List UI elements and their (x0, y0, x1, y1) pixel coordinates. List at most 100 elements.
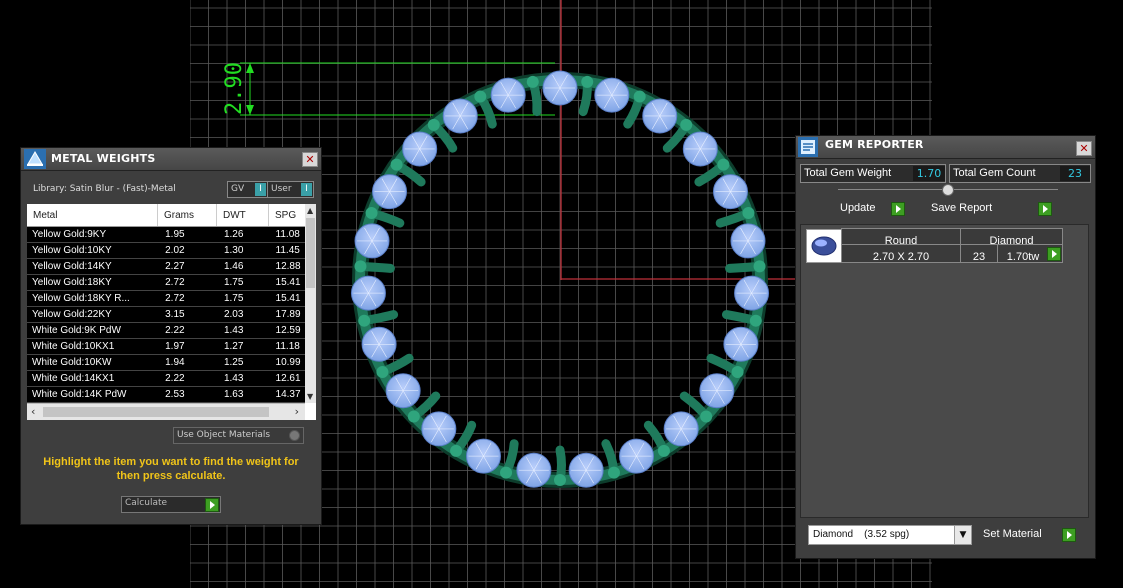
scrollbar-thumb[interactable] (306, 218, 315, 288)
spg-cell: 17.89 (270, 306, 305, 323)
dwt-cell: 1.27 (218, 338, 271, 355)
gem-stone (568, 452, 604, 488)
metal-name-cell: White Gold:14K PdW (27, 386, 161, 403)
slider-handle-icon[interactable] (942, 184, 954, 196)
grams-cell: 2.02 (160, 242, 219, 259)
use-object-materials-toggle[interactable]: Use Object Materials (173, 427, 304, 444)
grams-cell: 3.15 (160, 306, 219, 323)
column-header-grams[interactable]: Grams (158, 204, 217, 226)
metal-name-cell: White Gold:10KW (27, 354, 161, 371)
metal-name-cell: Yellow Gold:14KY (27, 258, 161, 275)
toggle-indicator-icon: I (301, 183, 312, 196)
grams-cell: 1.95 (160, 227, 219, 243)
scroll-right-icon[interactable]: › (295, 405, 299, 418)
gem-list[interactable]: Round Diamond 2.70 X 2.70 23 1.70tw (800, 224, 1089, 518)
table-row[interactable]: Yellow Gold:18KY 2.72 1.75 15.41 (27, 274, 305, 291)
use-object-materials-label: Use Object Materials (177, 430, 271, 440)
gem-reporter-panel: GEM REPORTER ✕ Total Gem Weight 1.70 Tot… (795, 135, 1096, 559)
vertical-scrollbar[interactable]: ▲ ▼ (305, 204, 316, 403)
column-header-spg[interactable]: SPG (269, 204, 305, 226)
gem-stone (466, 438, 502, 474)
gem-stone (663, 411, 699, 447)
chevron-down-icon[interactable]: ▼ (954, 526, 971, 544)
metal-table-container[interactable]: Metal Grams DWT SPG Yellow Gold:9KY 1.95 1… (27, 204, 316, 420)
total-gem-count-label: Total Gem Count (953, 167, 1036, 179)
spg-cell: 12.88 (270, 258, 305, 275)
gem-row[interactable]: Round Diamond 2.70 X 2.70 23 1.70tw (806, 228, 1063, 263)
table-row[interactable]: Yellow Gold:10KY 2.02 1.30 11.45 (27, 242, 305, 259)
dwt-cell: 1.25 (218, 354, 271, 371)
dwt-cell: 1.75 (218, 290, 271, 307)
material-select[interactable]: Diamond (3.52 spg) ▼ (808, 525, 972, 545)
column-header-metal[interactable]: Metal (27, 204, 158, 226)
gem-stone (516, 452, 552, 488)
gem-select-play-icon[interactable] (1047, 247, 1061, 261)
spg-cell: 12.61 (270, 370, 305, 387)
set-material-label: Set Material (983, 528, 1042, 540)
dwt-cell: 1.43 (218, 322, 271, 339)
gv-toggle-label: GV (231, 184, 245, 194)
total-gem-weight-label: Total Gem Weight (804, 167, 892, 179)
table-row[interactable]: Yellow Gold:18KY R... 2.72 1.75 15.41 (27, 290, 305, 307)
set-material-button[interactable]: Set Material (980, 527, 1076, 542)
material-select-value: Diamond (3.52 spg) (813, 529, 910, 540)
gem-size: 2.70 X 2.70 (872, 251, 930, 263)
table-row[interactable]: White Gold:14K PdW 2.53 1.63 14.37 (27, 386, 305, 403)
gv-toggle[interactable]: GV I (227, 181, 268, 198)
gem-stone (730, 223, 766, 259)
dwt-cell: 1.43 (218, 370, 271, 387)
metal-table-header: Metal Grams DWT SPG (27, 204, 305, 227)
update-button[interactable]: Update (837, 201, 905, 216)
metal-weights-panel: METAL WEIGHTS ✕ Library: Satin Blur - (F… (20, 147, 322, 525)
gem-stone (542, 70, 578, 106)
spg-cell: 15.41 (270, 274, 305, 291)
dwt-cell: 1.63 (218, 386, 271, 403)
metal-name-cell: White Gold:10KX1 (27, 338, 161, 355)
dwt-cell: 1.30 (218, 242, 271, 259)
user-toggle[interactable]: User I (267, 181, 314, 198)
gem-stone (594, 77, 630, 113)
gem-stone (372, 174, 408, 210)
play-icon (1038, 202, 1052, 216)
metal-weights-title: METAL WEIGHTS (51, 152, 156, 165)
close-icon[interactable]: ✕ (1076, 141, 1092, 156)
toggle-indicator-icon: I (255, 183, 266, 196)
gem-stone (699, 373, 735, 409)
gem-reporter-titlebar[interactable]: GEM REPORTER ✕ (796, 136, 1095, 159)
table-row[interactable]: White Gold:9K PdW 2.22 1.43 12.59 (27, 322, 305, 339)
horizontal-scrollbar[interactable]: ‹ › (27, 403, 305, 420)
scroll-up-icon[interactable]: ▲ (307, 206, 313, 215)
gem-weight: 1.70tw (1006, 251, 1040, 263)
gem-stone (361, 326, 397, 362)
calculate-button[interactable]: Calculate (121, 496, 221, 513)
gem-stone (490, 77, 526, 113)
play-icon (205, 498, 219, 512)
metal-name-cell: Yellow Gold:18KY (27, 274, 161, 291)
gem-stone (642, 98, 678, 134)
table-row[interactable]: White Gold:10KX1 1.97 1.27 11.18 (27, 338, 305, 355)
ring-model[interactable] (330, 55, 790, 505)
splitter-slider[interactable] (838, 184, 1058, 196)
scrollbar-thumb[interactable] (43, 407, 269, 417)
play-icon (1062, 528, 1076, 542)
table-row[interactable]: Yellow Gold:14KY 2.27 1.46 12.88 (27, 258, 305, 275)
column-header-dwt[interactable]: DWT (217, 204, 269, 226)
save-report-button[interactable]: Save Report (928, 201, 1052, 216)
gem-stone (354, 223, 390, 259)
metal-weights-titlebar[interactable]: METAL WEIGHTS ✕ (21, 148, 321, 171)
table-row[interactable]: White Gold:10KW 1.94 1.25 10.99 (27, 354, 305, 371)
scroll-left-icon[interactable]: ‹ (31, 405, 35, 418)
grams-cell: 2.27 (160, 258, 219, 275)
gem-stone (402, 131, 438, 167)
metal-name-cell: Yellow Gold:9KY (27, 227, 161, 243)
table-row[interactable]: White Gold:14KX1 2.22 1.43 12.61 (27, 370, 305, 387)
metal-name-cell: White Gold:9K PdW (27, 322, 161, 339)
table-row[interactable]: Yellow Gold:22KY 3.15 2.03 17.89 (27, 306, 305, 323)
gem-stone (442, 98, 478, 134)
close-icon[interactable]: ✕ (302, 152, 318, 167)
scroll-down-icon[interactable]: ▼ (307, 392, 313, 401)
spg-cell: 11.45 (270, 242, 305, 259)
grams-cell: 2.72 (160, 274, 219, 291)
table-row[interactable]: Yellow Gold:9KY 1.95 1.26 11.08 (27, 227, 305, 243)
grams-cell: 2.22 (160, 322, 219, 339)
